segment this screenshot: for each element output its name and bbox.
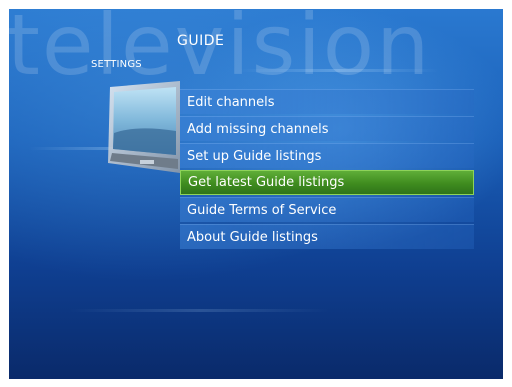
menu-item-about-guide-listings[interactable]: About Guide listings xyxy=(180,224,474,249)
breadcrumb: SETTINGS xyxy=(91,59,142,70)
television-icon xyxy=(106,81,182,173)
watermark-text: television xyxy=(9,9,432,94)
media-center-window: television GUIDE SETTINGS Edit channels … xyxy=(9,9,503,379)
guide-settings-menu: Edit channels Add missing channels Set u… xyxy=(180,89,474,251)
page-title: GUIDE xyxy=(177,33,225,49)
menu-item-guide-terms-of-service[interactable]: Guide Terms of Service xyxy=(180,197,474,222)
menu-item-get-latest-guide-listings[interactable]: Get latest Guide listings xyxy=(180,170,474,195)
menu-item-set-up-guide-listings[interactable]: Set up Guide listings xyxy=(180,143,474,168)
menu-item-edit-channels[interactable]: Edit channels xyxy=(180,89,474,114)
menu-item-add-missing-channels[interactable]: Add missing channels xyxy=(180,116,474,141)
background-streak xyxy=(69,309,329,312)
